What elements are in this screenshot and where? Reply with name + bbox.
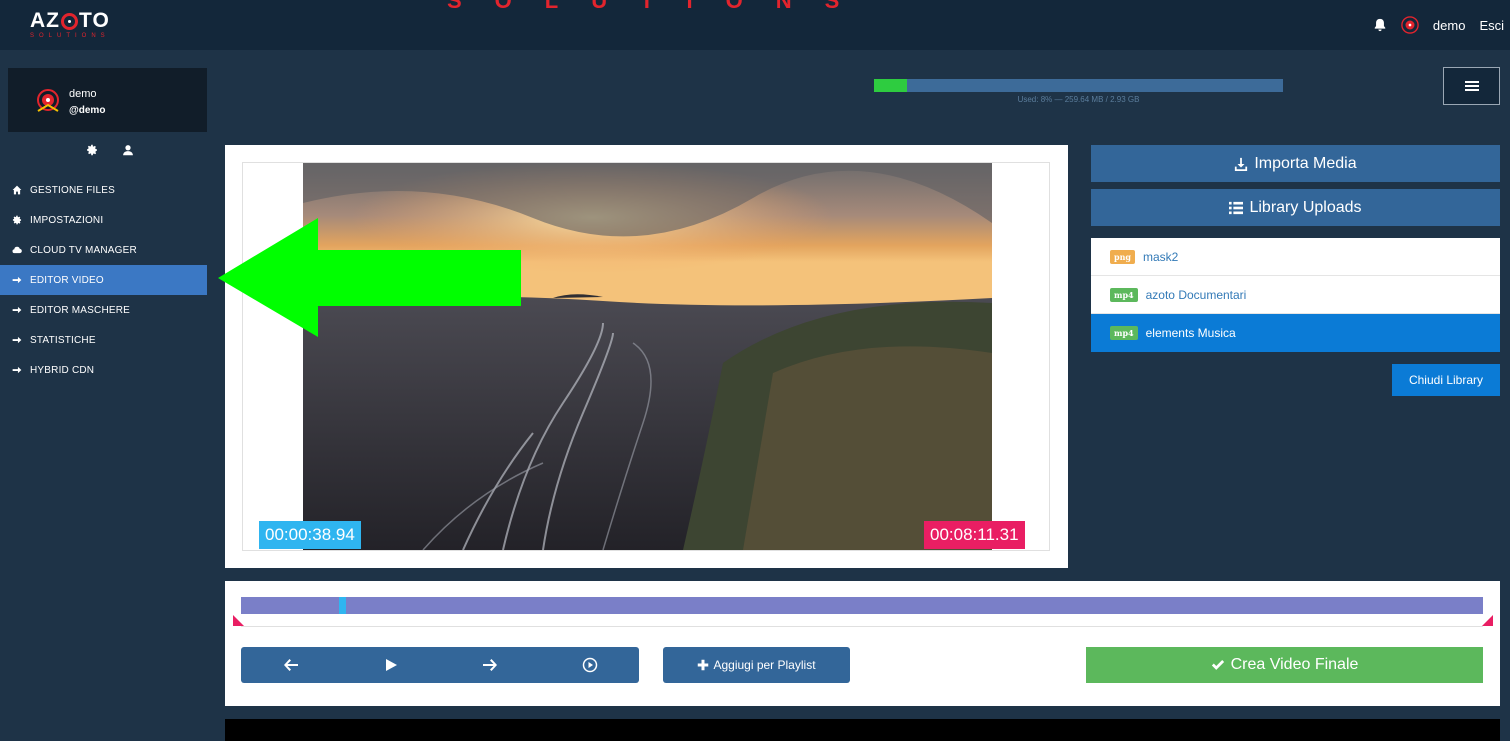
library-item[interactable]: png mask2 [1091, 238, 1500, 276]
storage-usage-text: Used: 8% — 259.64 MB / 2.93 GB [1017, 95, 1140, 104]
add-to-playlist-button[interactable]: Aggiugi per Playlist [663, 647, 850, 683]
user-name: demo [69, 88, 97, 100]
timeline-divider [241, 626, 1483, 627]
library-uploads-button[interactable]: Library Uploads [1091, 189, 1500, 226]
sidebar-item-cloud-tv-manager[interactable]: CLOUD TV MANAGER [0, 235, 207, 265]
storage-progress-bar [874, 79, 1283, 92]
sidebar-item-editor-video[interactable]: EDITOR VIDEO [0, 265, 207, 295]
azoto-logo[interactable]: AZ TO SOLUTIONS [30, 10, 110, 44]
plus-icon [698, 659, 709, 671]
playback-controls [241, 647, 639, 683]
timeline-cursor[interactable] [339, 597, 347, 614]
user-menu: demo Esci [1373, 0, 1510, 50]
sidebar-item-editor-maschere[interactable]: EDITOR MASCHERE [0, 295, 207, 325]
annotation-arrow-icon [218, 218, 521, 337]
bottom-panel [225, 719, 1500, 741]
header-username[interactable]: demo [1433, 18, 1466, 33]
sidebar-quick-icons [86, 144, 134, 156]
cloud-icon [12, 246, 22, 254]
previous-button[interactable] [281, 655, 301, 675]
sidebar-menu: GESTIONE FILES IMPOSTAZIONI CLOUD TV MAN… [0, 175, 207, 385]
user-icon[interactable] [122, 144, 134, 156]
play-icon [386, 659, 397, 671]
arrow-left-icon [284, 659, 298, 671]
sidebar-item-impostazioni[interactable]: IMPOSTAZIONI [0, 205, 207, 235]
gear-icon[interactable] [86, 144, 98, 156]
sidebar-item-hybrid-cdn[interactable]: HYBRID CDN [0, 355, 207, 385]
arrow-right-icon [12, 336, 22, 344]
timeline-panel: Aggiugi per Playlist Crea Video Finale [225, 581, 1500, 706]
arrow-right-icon [12, 366, 22, 374]
sidebar-item-statistiche[interactable]: STATISTICHE [0, 325, 207, 355]
home-icon [12, 185, 22, 195]
menu-toggle-button[interactable] [1443, 67, 1500, 105]
create-final-video-button[interactable]: Crea Video Finale [1086, 647, 1483, 683]
timeline-track[interactable] [241, 597, 1483, 614]
arrow-right-icon [12, 276, 22, 284]
library-list: png mask2 mp4 azoto Documentari mp4 elem… [1091, 238, 1500, 352]
avatar[interactable] [1401, 16, 1419, 34]
check-icon [1211, 660, 1224, 670]
library-item[interactable]: mp4 elements Musica [1091, 314, 1500, 352]
library-item[interactable]: mp4 azoto Documentari [1091, 276, 1500, 314]
avatar [37, 89, 59, 112]
file-type-badge: mp4 [1110, 326, 1138, 340]
logo-target-icon [61, 12, 78, 30]
trim-end-handle[interactable] [1482, 615, 1493, 626]
gear-icon [12, 215, 22, 225]
next-button[interactable] [480, 655, 500, 675]
play-circle-icon [582, 657, 598, 673]
sidebar: demo @demo GESTIONE FILES IMPOSTAZIONI C… [0, 50, 207, 741]
sidebar-item-gestione-files[interactable]: GESTIONE FILES [0, 175, 207, 205]
close-library-button[interactable]: Chiudi Library [1392, 364, 1500, 396]
list-icon [1229, 201, 1244, 214]
import-media-button[interactable]: Importa Media [1091, 145, 1500, 182]
storage-usage: Used: 8% — 259.64 MB / 2.93 GB [874, 79, 1283, 104]
user-card: demo @demo [8, 68, 207, 132]
arrow-right-icon [483, 659, 497, 671]
preview-play-button[interactable] [580, 655, 600, 675]
trim-start-handle[interactable] [233, 615, 244, 626]
logout-link[interactable]: Esci [1479, 18, 1504, 33]
user-handle: @demo [69, 105, 106, 116]
video-preview-panel: 00:00:38.94 00:08:11.31 [225, 145, 1068, 568]
file-type-badge: mp4 [1110, 287, 1138, 302]
play-button[interactable] [381, 655, 401, 675]
download-icon [1235, 157, 1248, 171]
bell-icon[interactable] [1373, 18, 1387, 32]
arrow-right-icon [12, 306, 22, 314]
current-time-label: 00:00:38.94 [259, 521, 361, 549]
total-time-label: 00:08:11.31 [924, 521, 1025, 549]
storage-progress-fill [874, 79, 907, 92]
file-type-badge: png [1110, 249, 1136, 264]
solutions-banner-text: SOLUTIONS [447, 0, 873, 13]
hamburger-icon [1464, 81, 1479, 91]
